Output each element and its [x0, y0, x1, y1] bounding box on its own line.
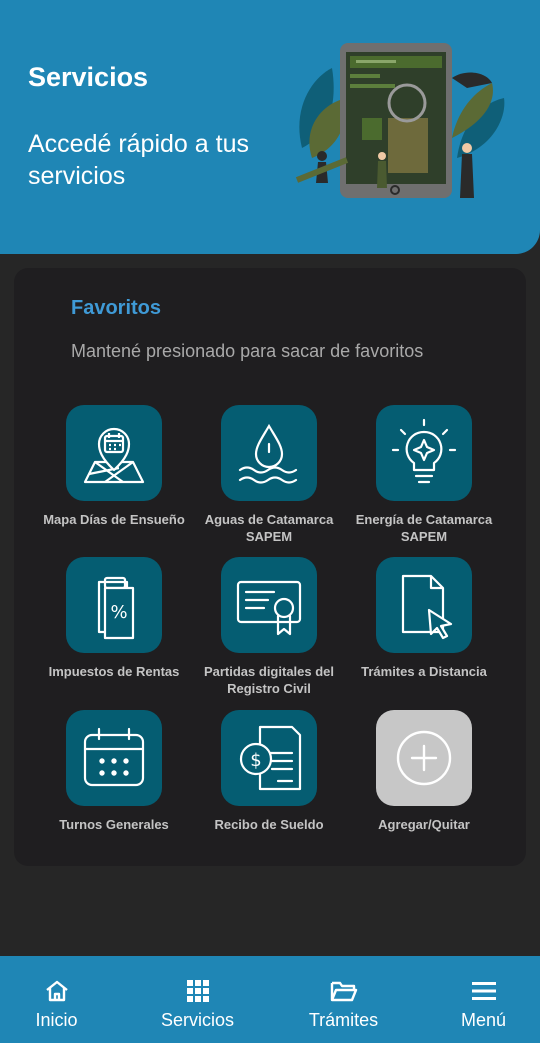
tile-impuestos-de-rentas[interactable]: % Impuestos de Rentas	[34, 557, 194, 680]
nav-item-tramites[interactable]: Trámites	[276, 956, 411, 1043]
favorites-card: Favoritos Mantené presionado para sacar …	[14, 268, 526, 866]
map-pin-calendar-icon	[66, 405, 162, 501]
tile-label: Agregar/Quitar	[378, 817, 470, 832]
tile-energia-de-catamarca[interactable]: Energía de Catamarca SAPEM	[344, 405, 504, 545]
tile-recibo-de-sueldo[interactable]: $ Recibo de Sueldo	[189, 710, 349, 833]
percent-document-icon: %	[66, 557, 162, 653]
payslip-icon: $	[221, 710, 317, 806]
tile-label: Mapa Días de Ensueño	[43, 512, 185, 527]
header-banner: Servicios Accedé rápido a tus servicios	[0, 0, 540, 254]
favorites-title: Favoritos	[71, 297, 162, 319]
tile-label: Energía de Catamarca SAPEM	[355, 512, 493, 544]
nav-item-servicios[interactable]: Servicios	[130, 956, 265, 1043]
nav-item-menu[interactable]: Menú	[416, 956, 540, 1043]
page-subtitle: Accedé rápido a tus servicios	[28, 130, 249, 190]
plus-circle-icon	[376, 710, 472, 806]
tile-aguas-de-catamarca[interactable]: Aguas de Catamarca SAPEM	[189, 405, 349, 545]
tile-label: Trámites a Distancia	[361, 664, 487, 679]
nav-label: Trámites	[308, 1010, 379, 1030]
certificate-icon	[221, 557, 317, 653]
grid-icon	[186, 978, 209, 1004]
bottom-nav: Inicio Servicios Trámites Menú	[0, 956, 540, 1043]
tile-label: Turnos Generales	[59, 817, 169, 832]
tile-label: Recibo de Sueldo	[214, 817, 324, 832]
tile-label: Impuestos de Rentas	[48, 664, 180, 679]
page-title: Servicios	[28, 62, 149, 92]
home-icon	[44, 978, 70, 1004]
nav-label: Menú	[460, 1010, 507, 1030]
tile-tramites-a-distancia[interactable]: Trámites a Distancia	[344, 557, 504, 680]
svg-text:%: %	[110, 602, 127, 623]
nav-item-inicio[interactable]: Inicio	[0, 956, 124, 1043]
document-cursor-icon	[376, 557, 472, 653]
tile-partidas-registro-civil[interactable]: Partidas digitales del Registro Civil	[189, 557, 349, 697]
tile-turnos-generales[interactable]: Turnos Generales	[34, 710, 194, 833]
svg-text:$: $	[250, 750, 261, 771]
tile-mapa-dias-de-ensueno[interactable]: Mapa Días de Ensueño	[34, 405, 194, 528]
nav-label: Servicios	[160, 1010, 235, 1030]
hamburger-icon	[471, 978, 497, 1004]
tile-label: Partidas digitales del Registro Civil	[203, 664, 335, 696]
services-illustration	[295, 43, 505, 198]
folder-icon	[330, 978, 358, 1004]
tile-agregar-quitar[interactable]: Agregar/Quitar	[344, 710, 504, 833]
water-drop-icon	[221, 405, 317, 501]
tile-label: Aguas de Catamarca SAPEM	[204, 512, 334, 544]
lightbulb-icon	[376, 405, 472, 501]
favorites-hint: Mantené presionado para sacar de favorit…	[71, 341, 424, 361]
nav-label: Inicio	[35, 1010, 78, 1030]
calendar-icon	[66, 710, 162, 806]
